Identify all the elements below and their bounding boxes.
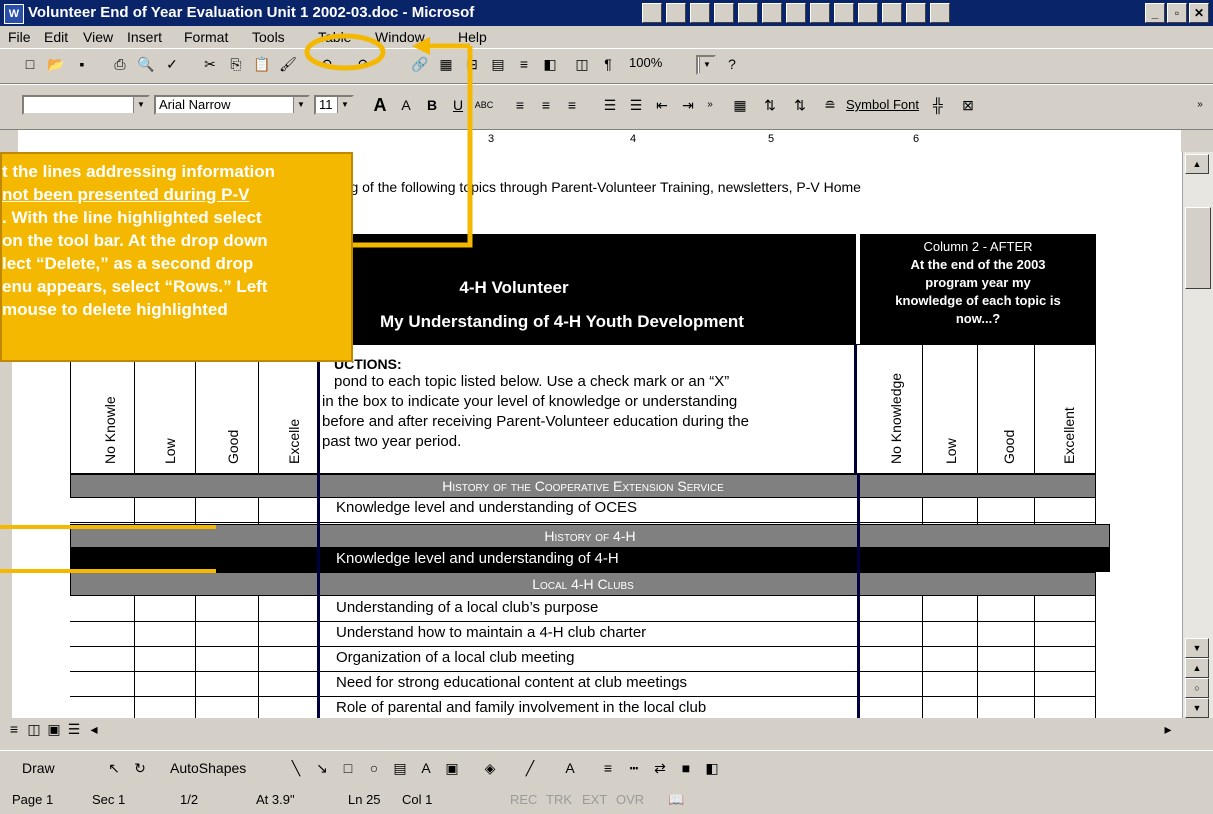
arrowhead-icon — [412, 37, 430, 55]
annotation-overlay — [0, 33, 473, 573]
table-menu-highlight-ring — [304, 33, 386, 71]
connector-arrow — [353, 46, 473, 248]
